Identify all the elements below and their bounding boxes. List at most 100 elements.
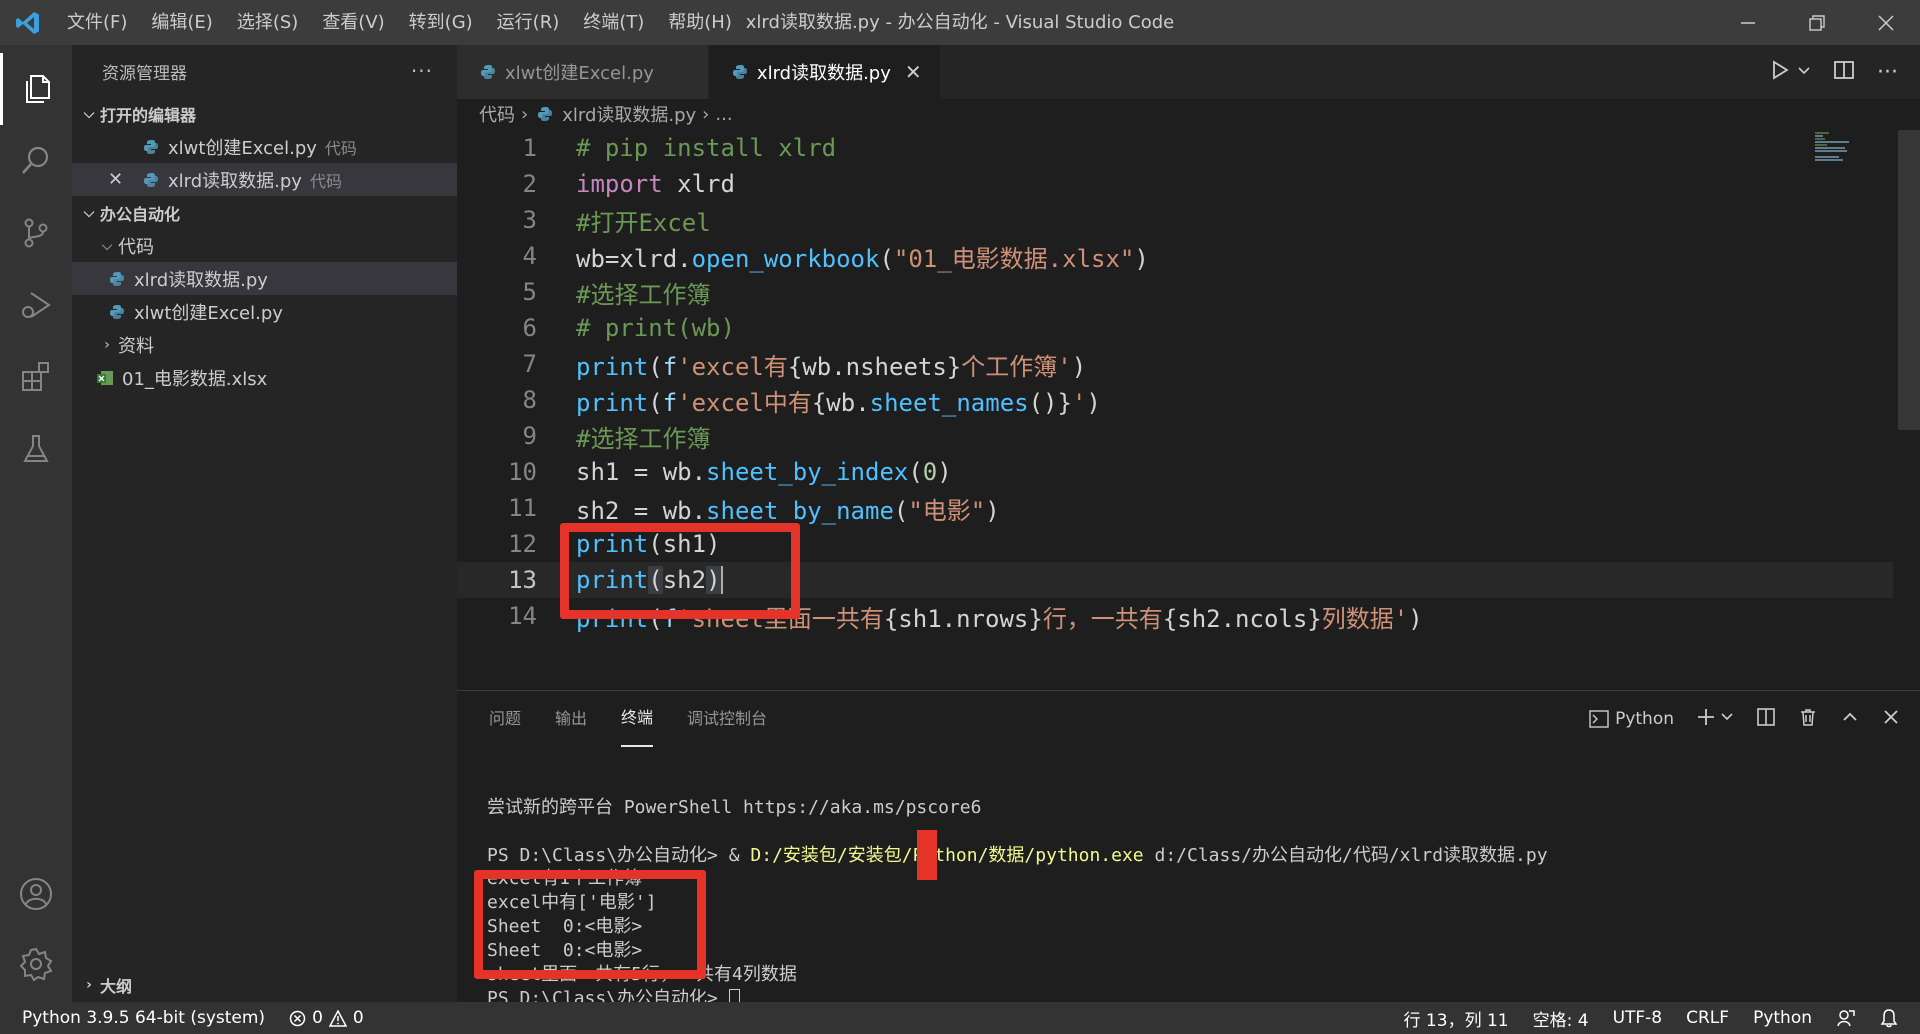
shell-label: Python xyxy=(1615,709,1674,729)
feedback-icon[interactable] xyxy=(1824,1008,1868,1028)
source-control-icon[interactable] xyxy=(0,197,72,269)
code-line: 7 print(f'excel有{wb.nsheets}个工作簿') xyxy=(457,346,1893,382)
breadcrumb-file[interactable]: xlrd读取数据.py xyxy=(562,101,696,127)
editor-actions: ··· xyxy=(1769,45,1920,99)
error-icon xyxy=(289,1010,306,1026)
indentation[interactable]: 空格: 4 xyxy=(1521,1006,1601,1031)
cursor-position[interactable]: 行 13，列 11 xyxy=(1392,1006,1521,1031)
code-line: 4 wb=xlrd.open_workbook("01_电影数据.xlsx") xyxy=(457,238,1893,274)
extensions-icon[interactable] xyxy=(0,341,72,413)
menu-file[interactable]: 文件(F) xyxy=(55,0,139,45)
tab-xlrd[interactable]: xlrd读取数据.py ✕ xyxy=(708,45,941,99)
python-file-icon xyxy=(106,303,128,321)
menu-view[interactable]: 查看(V) xyxy=(310,0,396,45)
line-number: 10 xyxy=(508,458,537,486)
split-editor-icon[interactable] xyxy=(1833,59,1855,86)
open-editor-item-xlrd[interactable]: ✕ xlrd读取数据.py 代码 xyxy=(72,163,457,196)
minimap[interactable] xyxy=(1813,130,1893,170)
encoding[interactable]: UTF-8 xyxy=(1601,1008,1675,1028)
tree-file-xlsx[interactable]: 01_电影数据.xlsx xyxy=(72,361,457,394)
bell-icon[interactable] xyxy=(1868,1008,1910,1028)
account-icon[interactable] xyxy=(0,858,72,930)
tree-folder-code[interactable]: ⌵ 代码 xyxy=(72,229,457,262)
split-terminal-icon[interactable] xyxy=(1756,707,1776,732)
language-mode[interactable]: Python xyxy=(1741,1008,1824,1028)
tree-file-xlrd[interactable]: xlrd读取数据.py xyxy=(72,262,457,295)
line-number: 2 xyxy=(522,170,537,198)
python-file-icon xyxy=(140,138,162,156)
menu-run[interactable]: 运行(R) xyxy=(485,0,572,45)
trash-icon[interactable] xyxy=(1798,707,1818,732)
window-controls xyxy=(1713,0,1920,45)
open-editor-folder: 代码 xyxy=(324,138,357,158)
python-interpreter[interactable]: Python 3.9.5 64-bit (system) xyxy=(0,1008,277,1028)
tab-output[interactable]: 输出 xyxy=(555,691,587,747)
menu-edit[interactable]: 编辑(E) xyxy=(139,0,224,45)
open-editor-item-xlwt[interactable]: xlwt创建Excel.py 代码 xyxy=(72,130,457,163)
chevron-right-icon: › xyxy=(702,103,710,125)
tab-xlwt[interactable]: xlwt创建Excel.py xyxy=(457,45,709,99)
restore-button[interactable] xyxy=(1782,0,1851,45)
explorer-icon[interactable] xyxy=(0,53,72,125)
terminal-line: 尝试新的跨平台 PowerShell https://aka.ms/pscore… xyxy=(487,797,982,818)
folder-label: 资料 xyxy=(118,335,154,357)
breadcrumb-symbol[interactable]: ... xyxy=(715,104,732,125)
menu-help[interactable]: 帮助(H) xyxy=(656,0,744,45)
line-ending[interactable]: CRLF xyxy=(1674,1008,1741,1028)
excel-file-icon xyxy=(94,369,116,387)
minimize-button[interactable] xyxy=(1713,0,1782,45)
problems-indicator[interactable]: 0 0 xyxy=(277,1008,376,1028)
workspace-section[interactable]: ⌵ 办公自动化 xyxy=(72,196,457,229)
open-editors-section[interactable]: ⌵ 打开的编辑器 xyxy=(72,97,457,130)
open-editor-name: xlrd读取数据.py xyxy=(168,170,302,192)
close-icon[interactable] xyxy=(1882,708,1900,731)
code-text: # print(wb) xyxy=(576,314,735,342)
code-text: #选择工作簿 xyxy=(576,424,711,453)
chevron-right-icon: › xyxy=(86,977,92,993)
tab-problems[interactable]: 问题 xyxy=(489,691,521,747)
code-text: print(f'excel中有{wb.sheet_names()}') xyxy=(576,388,1101,417)
chevron-down-icon[interactable] xyxy=(1797,62,1811,83)
tree-file-xlwt[interactable]: xlwt创建Excel.py xyxy=(72,295,457,328)
breadcrumb-folder[interactable]: 代码 xyxy=(479,101,515,127)
tree-folder-data[interactable]: › 资料 xyxy=(72,328,457,361)
close-icon[interactable]: ✕ xyxy=(108,169,140,190)
code-text: #打开Excel xyxy=(576,208,711,237)
status-bar-right: 行 13，列 11 空格: 4 UTF-8 CRLF Python xyxy=(1392,1002,1910,1034)
code-text: print(f'excel有{wb.nsheets}个工作簿') xyxy=(576,352,1087,381)
line-number: 1 xyxy=(522,134,537,162)
menu-selection[interactable]: 选择(S) xyxy=(225,0,310,45)
more-actions-icon[interactable]: ··· xyxy=(1877,60,1898,85)
vscode-logo-icon xyxy=(0,0,55,45)
outline-section[interactable]: › 大纲 xyxy=(72,968,457,1002)
run-file-icon[interactable] xyxy=(1769,59,1791,86)
close-window-button[interactable] xyxy=(1851,0,1920,45)
code-text: sh2 = wb.sheet_by_name("电影") xyxy=(576,496,1000,525)
close-icon[interactable]: ✕ xyxy=(905,60,922,84)
new-terminal-icon[interactable] xyxy=(1696,707,1716,732)
tab-debug-console[interactable]: 调试控制台 xyxy=(687,691,767,747)
code-text: #选择工作簿 xyxy=(576,280,711,309)
code-text: sh1 = wb.sheet_by_index(0) xyxy=(576,458,952,486)
more-actions-icon[interactable]: ··· xyxy=(411,59,433,83)
testing-icon[interactable] xyxy=(0,413,72,485)
python-file-icon xyxy=(534,105,556,123)
code-line: 11 sh2 = wb.sheet_by_name("电影") xyxy=(457,490,1893,526)
editor-scrollbar[interactable] xyxy=(1898,130,1920,430)
chevron-down-icon[interactable] xyxy=(1720,709,1734,729)
terminal-shell-selector[interactable]: Python xyxy=(1589,709,1674,729)
menu-go[interactable]: 转到(G) xyxy=(397,0,485,45)
run-debug-icon[interactable] xyxy=(0,269,72,341)
settings-gear-icon[interactable] xyxy=(0,928,72,1000)
code-text: # pip install xlrd xyxy=(576,134,837,162)
menu-terminal[interactable]: 终端(T) xyxy=(571,0,656,45)
tab-terminal[interactable]: 终端 xyxy=(621,691,654,747)
editor-tab-bar: xlwt创建Excel.py xlrd读取数据.py ✕ ··· xyxy=(457,45,1920,99)
chevron-right-icon: › xyxy=(521,103,529,125)
code-line: 6 # print(wb) xyxy=(457,310,1893,346)
code-line: 10 sh1 = wb.sheet_by_index(0) xyxy=(457,454,1893,490)
chevron-up-icon[interactable] xyxy=(1840,707,1860,732)
line-number: 4 xyxy=(522,242,537,270)
search-icon[interactable] xyxy=(0,125,72,197)
line-number: 6 xyxy=(522,314,537,342)
